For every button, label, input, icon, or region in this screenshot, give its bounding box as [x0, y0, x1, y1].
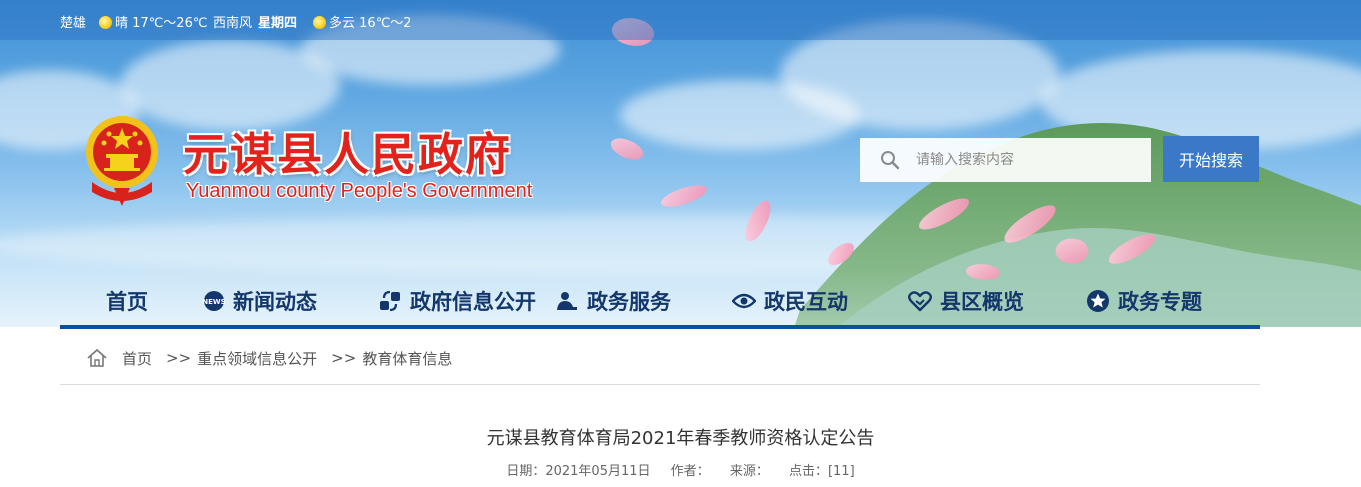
breadcrumb-key-areas[interactable]: 重点领域信息公开	[197, 348, 317, 369]
service-icon	[557, 292, 577, 310]
star-icon	[1087, 290, 1109, 312]
site-subtitle: Yuanmou county People's Government	[186, 180, 533, 202]
weather-tomorrow: 多云 16℃～27	[313, 12, 410, 31]
article-title: 元谋县教育体育局2021年春季教师资格认定公告	[486, 428, 875, 449]
article-author: 作者：	[670, 464, 710, 479]
search-button[interactable]: 开始搜索	[1163, 136, 1259, 182]
breadcrumb-home[interactable]: 首页	[122, 348, 152, 369]
header-banner: 楚雄 晴 17℃～26℃ 西南风 星期四 多云 16℃～27 元谋县人民政府 Y…	[0, 0, 1361, 327]
article-source: 来源：	[729, 464, 769, 479]
breadcrumb: 首页 >> 重点领域信息公开 >> 教育体育信息	[86, 346, 452, 370]
search-input[interactable]	[916, 138, 1146, 182]
nav-label: 政务服务	[587, 290, 671, 314]
nav-item-topics[interactable]: 政务专题	[1086, 275, 1202, 327]
weather-tomorrow-cond: 多云	[329, 16, 356, 31]
svg-text:NEWS: NEWS	[203, 298, 225, 306]
nav-item-gov-info[interactable]: 政府信息公开	[378, 275, 536, 327]
weather-wind: 西南风	[213, 16, 253, 31]
breadcrumb-education-sports[interactable]: 教育体育信息	[362, 348, 452, 369]
weather-tomorrow-temp: 16℃～27	[359, 16, 410, 31]
site-title: 元谋县人民政府	[183, 128, 513, 181]
eye-icon	[732, 293, 756, 309]
weather-today-temp: 17℃～26℃	[132, 16, 208, 31]
nav-item-services[interactable]: 政务服务	[555, 275, 671, 327]
nav-home-label: 首页	[106, 290, 148, 314]
nav-item-interaction[interactable]: 政民互动	[732, 275, 848, 327]
breadcrumb-separator: >>	[331, 349, 357, 367]
nav-label: 县区概览	[940, 290, 1024, 314]
nav-item-overview[interactable]: 县区概览	[908, 275, 1024, 327]
nav-item-news[interactable]: NEWS 新闻动态	[203, 275, 317, 327]
nav-label: 新闻动态	[233, 290, 317, 314]
weather-today-cond: 晴	[115, 16, 129, 31]
weather-today: 晴 17℃～26℃	[99, 12, 207, 31]
nav-label: 政务专题	[1118, 290, 1202, 314]
nav-underline	[60, 325, 1260, 329]
weather-bar: 楚雄 晴 17℃～26℃ 西南风 星期四 多云 16℃～27	[0, 0, 1361, 40]
sun-icon	[99, 16, 112, 29]
sun-icon	[313, 16, 326, 29]
search-icon	[881, 151, 900, 170]
news-icon: NEWS	[203, 291, 225, 311]
main-nav: 首页 NEWS 新闻动态 政府信息公开 政务服务 政民互动 县区概览 政务专题	[60, 275, 1260, 327]
nav-label: 政府信息公开	[410, 290, 536, 314]
national-emblem-icon	[86, 116, 158, 206]
handshake-heart-icon	[908, 291, 932, 312]
article-clicks: 点击：[11]	[788, 464, 855, 479]
article-meta: 日期：2021年05月11日 作者： 来源： 点击：[11]	[0, 460, 1361, 479]
weather-weekday: 星期四	[258, 16, 298, 31]
nav-label: 政民互动	[764, 290, 848, 314]
weather-city: 楚雄	[60, 16, 87, 31]
home-icon[interactable]	[86, 348, 108, 368]
nav-item-home[interactable]: 首页	[60, 275, 194, 327]
breadcrumb-separator: >>	[166, 349, 192, 367]
share-icon	[380, 290, 400, 312]
breadcrumb-divider	[60, 384, 1260, 385]
article-date: 日期：2021年05月11日	[506, 464, 651, 479]
search-box	[860, 138, 1151, 182]
